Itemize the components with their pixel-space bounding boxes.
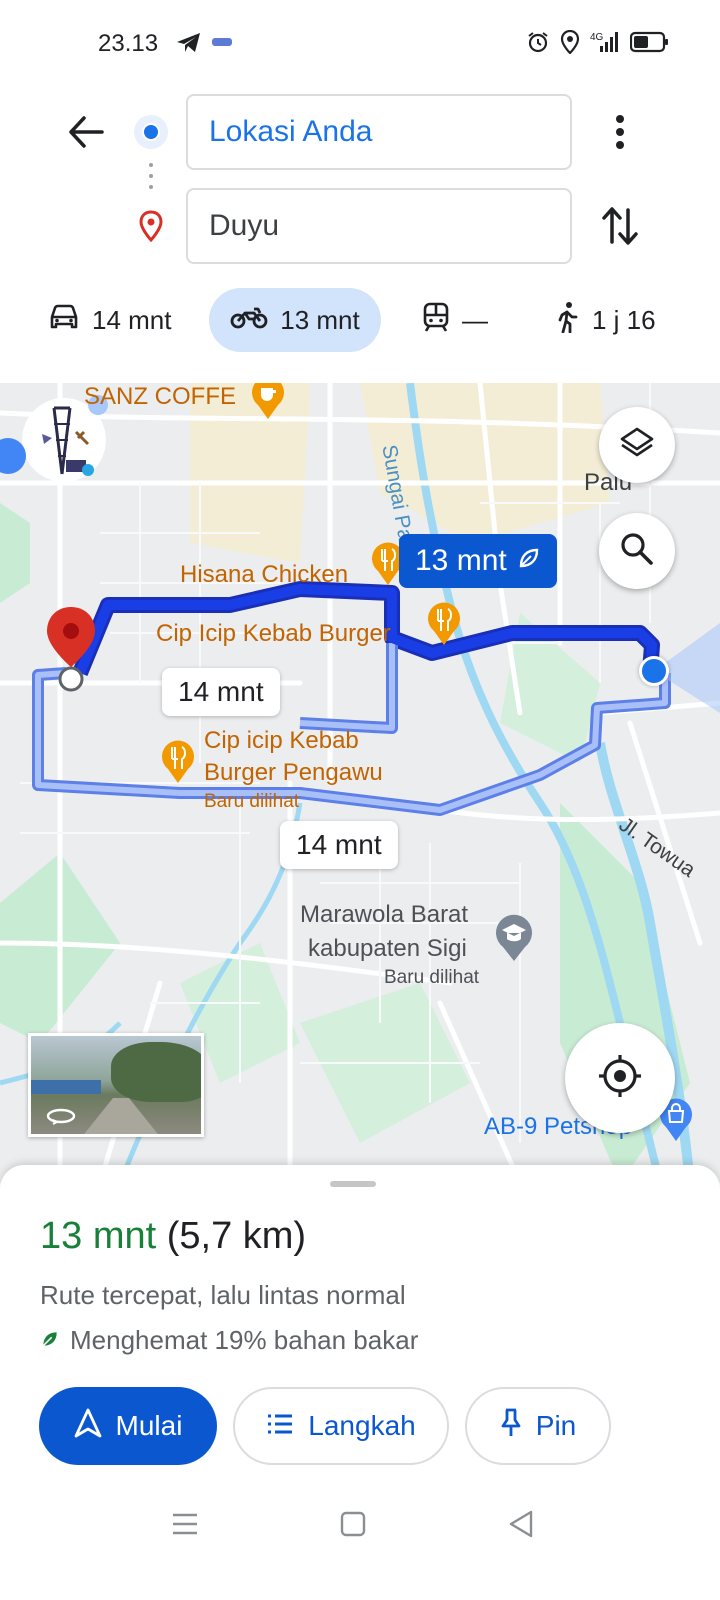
tab-transit-label: — [462, 304, 488, 335]
cafe-icon [250, 383, 286, 421]
pin-button-label: Pin [535, 1410, 577, 1441]
route-bubble-alt-2[interactable]: 14 mnt [280, 821, 398, 869]
route-bubble-selected[interactable]: 13 mnt [399, 534, 557, 588]
poi-sanz-coffee[interactable]: SANZ COFFE [84, 383, 236, 411]
street-view-trees [111, 1042, 201, 1102]
telegram-icon [176, 32, 202, 59]
label-recently-viewed-2: Baru dilihat [384, 967, 480, 988]
status-time: 23.13 [98, 30, 159, 57]
route-dots-icon [149, 162, 153, 199]
route-summary: Rute tercepat, lalu lintas normal [40, 1280, 406, 1310]
train-icon [422, 302, 450, 339]
tab-car-label: 14 mnt [92, 304, 172, 335]
search-icon [619, 531, 655, 572]
poi-recently-viewed-1: Baru dilihat [204, 791, 300, 812]
label-marawola-line2[interactable]: kabupaten Sigi [308, 935, 467, 963]
restaurant-icon [426, 601, 462, 652]
svg-text:4G: 4G [590, 32, 604, 43]
app-notification-icon [212, 38, 232, 46]
start-button-label: Mulai [115, 1410, 183, 1441]
motorcycle-icon [230, 305, 268, 336]
crosshair-icon [597, 1053, 643, 1104]
my-location-button[interactable] [565, 1023, 675, 1133]
home-nav-icon[interactable] [340, 1511, 366, 1542]
current-location-dot [639, 656, 669, 686]
destination-marker-icon [44, 605, 98, 700]
route-duration: 13 mnt [40, 1215, 157, 1257]
layers-icon [619, 425, 655, 466]
street-view-thumbnail[interactable] [28, 1033, 204, 1137]
destination-pin-icon [138, 210, 164, 247]
origin-text: Lokasi Anda [209, 115, 373, 148]
tab-walk-label: 1 j 16 [592, 304, 656, 335]
pin-icon [500, 1408, 522, 1445]
origin-dot-icon [134, 115, 168, 149]
back-arrow-icon[interactable] [66, 112, 106, 157]
steps-button[interactable]: Langkah [233, 1387, 449, 1465]
street-view-roof [31, 1080, 101, 1094]
route-bubble-alt-2-label: 14 mnt [296, 829, 382, 860]
route-bubble-alt-1-label: 14 mnt [178, 676, 264, 707]
poi-hisana-chicken[interactable]: Hisana Chicken [180, 561, 348, 589]
destination-input[interactable]: Duyu [186, 188, 572, 264]
tab-motorcycle-label: 13 mnt [280, 304, 360, 335]
location-icon [560, 29, 580, 59]
origin-input[interactable]: Lokasi Anda [186, 94, 572, 170]
label-marawola-line1[interactable]: Marawola Barat [300, 901, 468, 929]
eco-leaf-icon [40, 1325, 60, 1356]
fuel-savings: Menghemat 19% bahan bakar [40, 1325, 418, 1356]
poi-cip-icip-pengawu-line2[interactable]: Burger Pengawu [204, 759, 383, 787]
eco-leaf-icon [517, 544, 541, 578]
route-bubble-alt-1[interactable]: 14 mnt [162, 668, 280, 716]
pin-button[interactable]: Pin [465, 1387, 611, 1465]
poi-cip-icip-pengawu-line1[interactable]: Cip icip Kebab [204, 727, 359, 755]
map-view[interactable]: SANZ COFFE Sungai Palu Palu Hisana Chick… [0, 383, 720, 1183]
search-along-route-button[interactable] [599, 513, 675, 589]
destination-text: Duyu [209, 209, 280, 242]
tab-motorcycle[interactable]: 13 mnt [209, 288, 381, 352]
travel-mode-tabs: 14 mnt 13 mnt — 1 j 16 [0, 288, 720, 352]
route-bubble-selected-label: 13 mnt [415, 544, 507, 577]
sheet-drag-handle[interactable] [330, 1181, 376, 1187]
school-icon [494, 913, 534, 968]
start-button[interactable]: Mulai [39, 1387, 217, 1465]
car-icon [48, 303, 80, 338]
tab-car[interactable]: 14 mnt [48, 288, 172, 352]
more-options-icon[interactable] [608, 112, 632, 157]
street-view-road [81, 1098, 161, 1134]
menu-nav-icon[interactable] [172, 1512, 198, 1541]
back-nav-icon[interactable] [508, 1510, 534, 1543]
tab-transit[interactable]: — [422, 288, 488, 352]
fuel-savings-text: Menghemat 19% bahan bakar [70, 1325, 419, 1355]
list-icon [266, 1410, 294, 1442]
steps-button-label: Langkah [308, 1410, 416, 1441]
navigation-arrow-icon [74, 1408, 102, 1445]
swap-icon[interactable] [600, 204, 640, 253]
status-bar: 23.13 4G [0, 0, 720, 88]
battery-icon [629, 31, 670, 58]
system-navigation-bar [0, 1490, 720, 1560]
route-time-distance: 13 mnt (5,7 km) [40, 1215, 306, 1258]
layers-button[interactable] [599, 407, 675, 483]
rotate-360-icon [45, 1106, 77, 1131]
poi-cip-icip-kebab[interactable]: Cip Icip Kebab Burger [156, 620, 391, 648]
restaurant-icon [160, 739, 196, 790]
walk-icon [554, 301, 580, 340]
tab-walk[interactable]: 1 j 16 [554, 288, 656, 352]
signal-4g-icon: 4G [590, 30, 620, 59]
route-distance: (5,7 km) [166, 1215, 307, 1257]
status-icons: 4G [526, 29, 670, 59]
alarm-icon [526, 30, 550, 59]
